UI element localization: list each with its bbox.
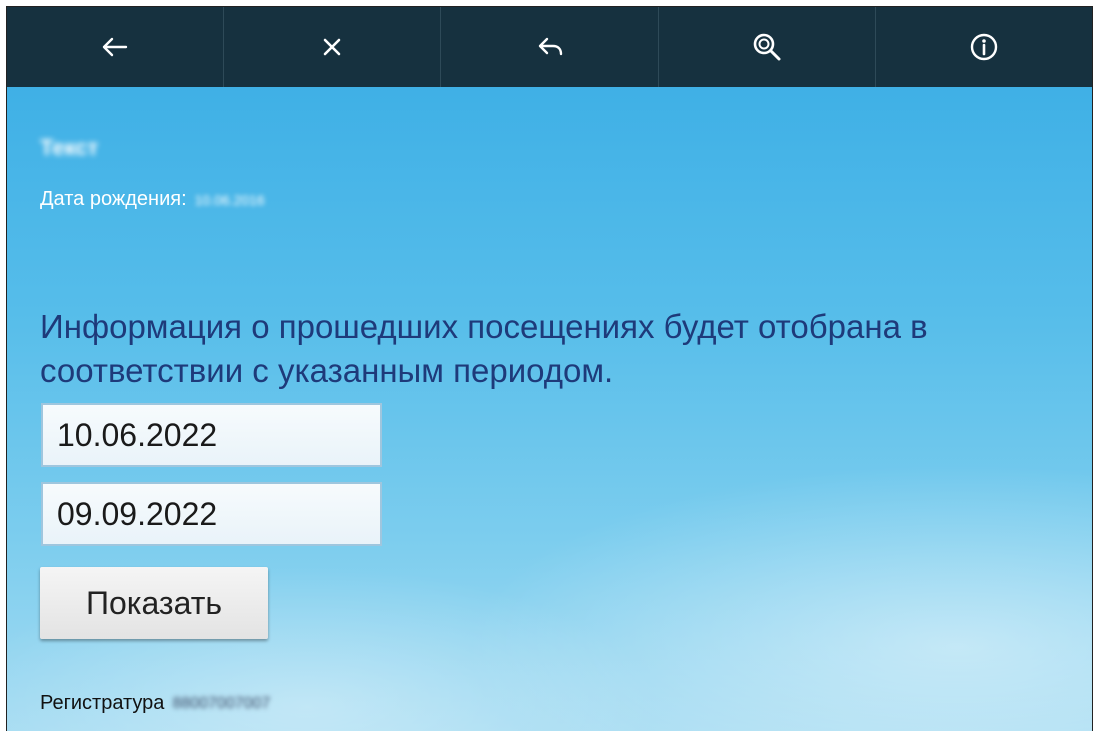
info-icon: [970, 33, 998, 61]
birth-date-label: Дата рождения:: [40, 188, 187, 210]
search-button[interactable]: [659, 7, 876, 87]
arrow-left-icon: [102, 37, 128, 57]
main-content: Текст Дата рождения: 10.06.2016 Информаци…: [7, 87, 1092, 731]
return-button[interactable]: [441, 7, 659, 87]
info-button[interactable]: [876, 7, 1092, 87]
date-from-input[interactable]: [41, 403, 382, 467]
registry-label: Регистратура: [40, 692, 165, 714]
show-button[interactable]: Показать: [40, 567, 268, 639]
date-to-input[interactable]: [41, 482, 382, 546]
period-info-text: Информация о прошедших посещениях будет …: [40, 308, 928, 389]
registry-phone[interactable]: 88007007007: [172, 695, 270, 713]
app-window: Текст Дата рождения: 10.06.2016 Информаци…: [6, 6, 1093, 731]
patient-name: Текст: [40, 135, 99, 160]
birth-date-value: 10.06.2016: [194, 191, 265, 208]
registry-row: Регистратура 88007007007: [40, 692, 270, 715]
reply-icon: [538, 37, 562, 56]
search-icon: [753, 33, 781, 61]
birth-date-row: Дата рождения: 10.06.2016: [40, 188, 265, 211]
toolbar: [7, 7, 1092, 87]
close-icon: [323, 38, 341, 56]
close-button[interactable]: [224, 7, 442, 87]
back-button[interactable]: [7, 7, 225, 87]
